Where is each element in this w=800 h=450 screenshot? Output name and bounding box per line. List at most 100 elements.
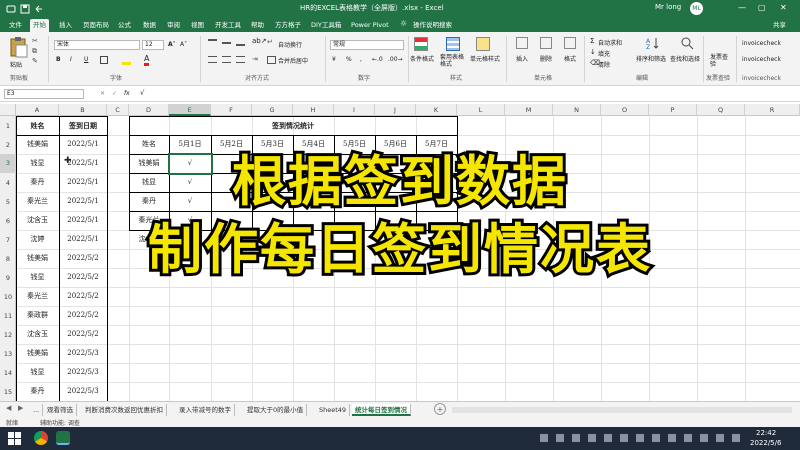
align-bottom-icon[interactable] — [236, 39, 245, 46]
tab-fangfang[interactable]: 方方格子 — [272, 19, 304, 32]
invoicecheck-button-1[interactable]: invoicecheck — [742, 40, 781, 47]
row-header[interactable]: 12 — [0, 331, 16, 339]
list-header-name[interactable]: 姓名 — [16, 116, 59, 135]
column-header[interactable]: J — [375, 104, 416, 116]
align-middle-icon[interactable] — [222, 42, 231, 44]
conditional-format-icon[interactable] — [414, 37, 428, 51]
paste-icon[interactable] — [8, 36, 28, 58]
list-name-cell[interactable]: 沈含玉 — [16, 325, 59, 344]
list-name-cell[interactable]: 秦政群 — [16, 306, 59, 325]
underline-button[interactable]: U — [84, 56, 88, 63]
borders-icon[interactable] — [100, 56, 108, 64]
close-button[interactable]: ✕ — [780, 3, 787, 12]
column-header[interactable]: E — [169, 104, 211, 116]
merge-center-icon[interactable] — [267, 56, 276, 64]
find-select-button[interactable]: 查找和选择 — [670, 54, 700, 63]
column-header[interactable]: I — [334, 104, 375, 116]
tab-view[interactable]: 视图 — [188, 19, 207, 32]
number-format-select[interactable]: 常规 — [330, 40, 404, 50]
column-header[interactable]: R — [745, 104, 800, 116]
indent-icon[interactable]: ⇥ — [252, 55, 258, 63]
list-date-cell[interactable]: 2022/5/3 — [59, 382, 107, 401]
autosum-button[interactable]: 自动求和 — [598, 38, 622, 47]
comma-button[interactable]: , — [360, 56, 362, 63]
name-box[interactable]: E3 — [4, 89, 84, 99]
decrease-decimal-icon[interactable]: .00→ — [388, 56, 403, 63]
align-right-icon[interactable] — [236, 56, 245, 63]
tab-page-layout[interactable]: 页面布局 — [80, 19, 112, 32]
merge-center-button[interactable]: 合并后居中 — [278, 56, 308, 65]
align-center-icon[interactable] — [222, 56, 231, 63]
scroll-right-icon[interactable]: ▶ — [18, 404, 23, 412]
invoice-check-button[interactable]: 发票查验 — [710, 54, 728, 68]
autosave-icon[interactable] — [6, 4, 16, 14]
increase-decimal-icon[interactable]: ←.0 — [372, 56, 383, 63]
clock-time[interactable]: 22:42 — [756, 429, 776, 437]
insert-function-icon[interactable]: fx — [124, 90, 130, 97]
column-header[interactable]: A — [16, 104, 59, 116]
invoicecheck-button-2[interactable]: invoicecheck — [742, 56, 781, 63]
minimize-button[interactable]: — — [738, 3, 746, 12]
sheet-tab[interactable]: 观看筛选 — [44, 404, 77, 416]
column-header[interactable]: L — [457, 104, 505, 116]
accessibility-status[interactable]: 辅助功能: 调查 — [40, 418, 80, 427]
column-header[interactable]: P — [649, 104, 697, 116]
align-top-icon[interactable] — [208, 39, 217, 46]
user-name[interactable]: Mr long — [655, 3, 681, 11]
conditional-format-button[interactable]: 条件格式 — [410, 54, 434, 63]
format-painter-icon[interactable]: ✎ — [32, 57, 38, 65]
tab-developer[interactable]: 开发工具 — [212, 19, 244, 32]
column-header[interactable]: H — [293, 104, 334, 116]
delete-cells-button[interactable]: 删除 — [540, 54, 552, 63]
column-header[interactable]: G — [252, 104, 293, 116]
column-header[interactable]: D — [129, 104, 169, 116]
tab-review[interactable]: 审阅 — [164, 19, 183, 32]
clear-button[interactable]: 清除 — [598, 60, 610, 69]
font-name-box[interactable]: 宋体 — [54, 40, 140, 50]
bold-button[interactable]: B — [56, 56, 61, 63]
percent-button[interactable]: % — [346, 56, 352, 63]
list-name-cell[interactable]: 钱美娟 — [16, 344, 59, 363]
row-header[interactable]: 14 — [0, 369, 16, 377]
wrap-text-button[interactable]: 自动换行 — [278, 40, 302, 49]
list-header-date[interactable]: 签到日期 — [59, 116, 107, 135]
format-cells-button[interactable]: 格式 — [564, 54, 576, 63]
share-button[interactable]: 共享 — [770, 19, 789, 32]
column-header[interactable]: F — [211, 104, 252, 116]
list-date-cell[interactable]: 2022/5/2 — [59, 325, 107, 344]
select-all-corner[interactable] — [0, 104, 16, 116]
cancel-entry-icon[interactable]: ✕ — [100, 90, 105, 97]
sort-filter-icon[interactable]: AZ — [646, 36, 660, 50]
wrap-text-icon[interactable]: ↵ — [267, 38, 273, 46]
format-cells-icon[interactable] — [564, 37, 576, 49]
fill-color-icon[interactable] — [122, 56, 131, 65]
insert-cells-icon[interactable] — [516, 37, 528, 49]
cell-style-button[interactable]: 单元格样式 — [470, 54, 500, 63]
orientation-icon[interactable]: ab↗ — [252, 37, 267, 45]
row-header[interactable]: 10 — [0, 293, 16, 301]
tab-diy[interactable]: DIY工具箱 — [308, 19, 344, 32]
undo-icon[interactable] — [34, 4, 44, 14]
clock-date[interactable]: 2022/5/6 — [750, 439, 781, 447]
font-color-icon[interactable]: A — [144, 54, 150, 66]
list-name-cell[interactable]: 钱显 — [16, 363, 59, 382]
shrink-font-icon[interactable]: A˅ — [180, 41, 187, 48]
sheet-tab[interactable]: Sheet49 — [316, 404, 351, 416]
row-header[interactable]: 13 — [0, 350, 16, 358]
tab-file[interactable]: 文件 — [6, 19, 25, 32]
row-header[interactable]: 2 — [0, 141, 16, 149]
fill-icon[interactable]: ↓ — [590, 48, 596, 56]
list-date-cell[interactable]: 2022/5/3 — [59, 344, 107, 363]
copy-icon[interactable]: ⧉ — [32, 47, 37, 56]
cut-icon[interactable]: ✂ — [32, 37, 38, 45]
tab-formulas[interactable]: 公式 — [115, 19, 134, 32]
sort-filter-button[interactable]: 排序和筛选 — [636, 54, 666, 63]
list-date-cell[interactable]: 2022/5/2 — [59, 306, 107, 325]
windows-start-icon[interactable] — [8, 432, 21, 445]
column-header[interactable]: Q — [697, 104, 745, 116]
sheet-tab-active[interactable]: 统计每日签到情况 — [352, 404, 411, 416]
autosum-icon[interactable]: Σ — [590, 37, 594, 45]
scroll-left-icon[interactable]: ◀ — [6, 404, 11, 412]
tab-help[interactable]: 帮助 — [248, 19, 267, 32]
table-format-icon[interactable] — [446, 37, 460, 51]
